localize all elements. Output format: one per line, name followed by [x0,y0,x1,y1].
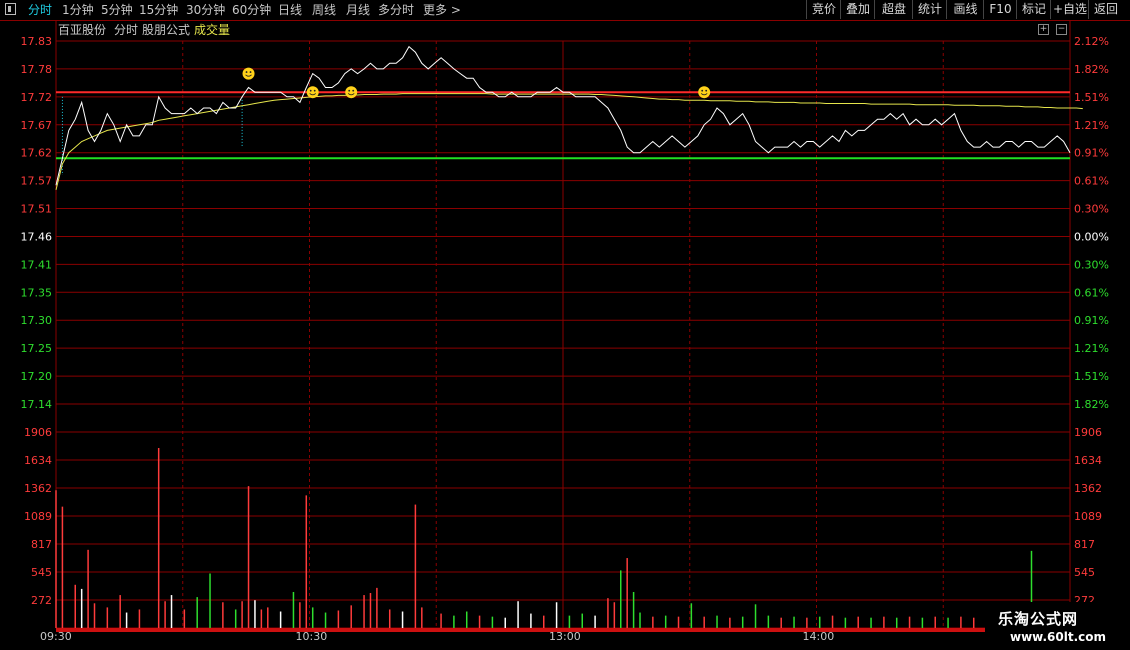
percent-label: 1.82% [1074,398,1109,411]
percent-label: 0.30% [1074,203,1109,216]
smiley-eye [249,71,252,73]
volume-label-right: 1362 [1074,482,1102,495]
price-label: 17.46 [21,230,53,243]
percent-label: 1.21% [1074,119,1109,132]
smiley-eye [352,89,355,92]
percent-label: 0.61% [1074,175,1109,188]
price-label: 17.78 [21,63,53,76]
price-label: 17.20 [21,370,53,383]
volume-label-right: 1089 [1074,510,1102,523]
volume-label-right: 817 [1074,538,1095,551]
price-label: 17.67 [21,119,53,132]
percent-label: 0.91% [1074,147,1109,160]
smiley-marker-icon[interactable] [306,86,319,99]
volume-label: 817 [31,538,52,551]
percent-label: 0.30% [1074,258,1109,271]
price-label: 17.83 [21,35,53,48]
smiley-marker-icon[interactable] [345,86,358,99]
percent-label: 0.00% [1074,230,1109,243]
price-label: 17.57 [21,175,53,188]
smiley-eye [313,89,316,92]
percent-label: 1.21% [1074,342,1109,355]
volume-label: 1634 [24,454,52,467]
price-label: 17.30 [21,314,53,327]
intraday-chart[interactable]: 17.83 2.12% 17.78 1.82% 17.72 1.51% 17.67 1.21%… [0,0,1130,650]
price-label: 17.62 [21,147,53,160]
price-label: 17.41 [21,258,53,271]
smiley-eye [309,89,312,92]
percent-label: 1.82% [1074,63,1109,76]
watermark-title: 乐淘公式网 [998,610,1079,628]
watermark-url: www.60lt.com [1010,630,1107,644]
percent-label: 0.91% [1074,314,1109,327]
volume-label-right: 545 [1074,566,1095,579]
side-panel-strip[interactable] [1116,22,1130,597]
smiley-marker-icon[interactable] [698,86,711,99]
price-label: 17.25 [21,342,53,355]
smiley-eye [701,89,704,92]
volume-label: 1906 [24,426,52,439]
price-label: 17.51 [21,203,53,216]
percent-label: 2.12% [1074,35,1109,48]
percent-label: 1.51% [1074,370,1109,383]
percent-label: 0.61% [1074,286,1109,299]
percent-label: 1.51% [1074,91,1109,104]
volume-label-right: 1906 [1074,426,1102,439]
site-watermark: 乐淘公式网 www.60lt.com [985,602,1130,650]
smiley-marker-icon[interactable] [242,67,255,80]
volume-label-right: 1634 [1074,454,1102,467]
volume-label: 1362 [24,482,52,495]
volume-label: 545 [31,566,52,579]
smiley-eye [705,89,708,92]
smiley-eye [348,89,351,92]
smiley-eye [245,71,248,73]
time-axis-bar [56,628,1070,632]
price-label: 17.35 [21,286,53,299]
price-label: 17.72 [21,91,53,104]
volume-label: 272 [31,594,52,607]
volume-label: 1089 [24,510,52,523]
price-label: 17.14 [21,398,53,411]
